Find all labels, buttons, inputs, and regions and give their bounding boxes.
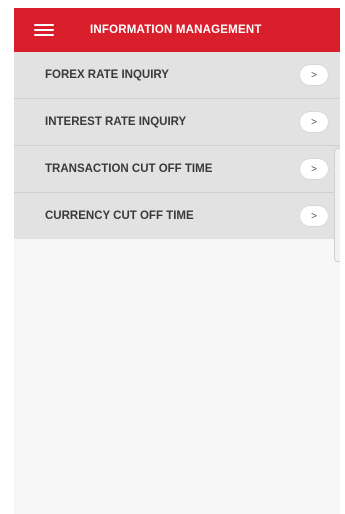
chevron-right-icon[interactable]: > xyxy=(300,206,328,226)
side-drawer-handle[interactable] xyxy=(334,148,340,262)
menu-item-label: FOREX RATE INQUIRY xyxy=(45,69,169,81)
menu-list: FOREX RATE INQUIRY > INTEREST RATE INQUI… xyxy=(14,52,340,239)
chevron-right-icon[interactable]: > xyxy=(300,112,328,132)
chevron-right-icon[interactable]: > xyxy=(300,159,328,179)
page-title: INFORMATION MANAGEMENT xyxy=(90,24,262,36)
menu-item-interest-rate-inquiry[interactable]: INTEREST RATE INQUIRY > xyxy=(14,99,340,146)
menu-item-label: TRANSACTION CUT OFF TIME xyxy=(45,163,213,175)
menu-item-label: INTEREST RATE INQUIRY xyxy=(45,116,187,128)
menu-item-label: CURRENCY CUT OFF TIME xyxy=(45,210,194,222)
menu-item-forex-rate-inquiry[interactable]: FOREX RATE INQUIRY > xyxy=(14,52,340,99)
hamburger-menu-icon[interactable] xyxy=(34,24,54,36)
menu-item-currency-cut-off-time[interactable]: CURRENCY CUT OFF TIME > xyxy=(14,193,340,239)
app-screen: INFORMATION MANAGEMENT FOREX RATE INQUIR… xyxy=(14,8,340,514)
menu-item-transaction-cut-off-time[interactable]: TRANSACTION CUT OFF TIME > xyxy=(14,146,340,193)
top-bar: INFORMATION MANAGEMENT xyxy=(14,8,340,52)
chevron-right-icon[interactable]: > xyxy=(300,65,328,85)
